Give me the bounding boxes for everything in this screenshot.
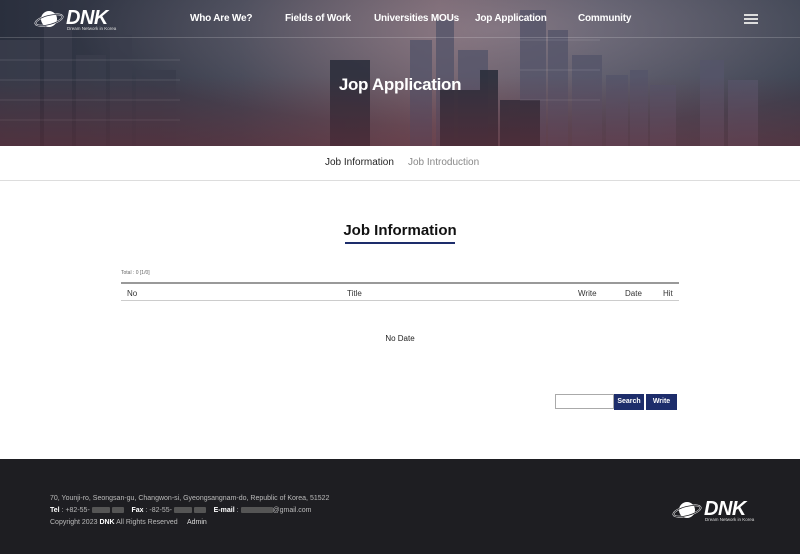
tab-job-information[interactable]: Job Information	[325, 157, 394, 168]
nav-community[interactable]: Community	[578, 13, 631, 24]
fax-value: : -82-55-	[145, 507, 172, 514]
column-title: Title	[347, 289, 362, 298]
footer-logo[interactable]: DNK Dream Network in Korea	[672, 497, 755, 523]
redacted-block	[111, 507, 124, 514]
fax-label: Fax	[131, 507, 144, 514]
nav-universities-mous[interactable]: Universities MOUs	[374, 13, 459, 24]
sub-navigation: Job Information Job Introduction	[0, 146, 800, 181]
redacted-block	[240, 507, 273, 514]
nav-jop-application[interactable]: Jop Application	[475, 13, 547, 24]
hero-banner: DNK Dream Network in Korea Who Are We? F…	[0, 0, 800, 146]
footer-logo-subtitle: Dream Network in Korea	[705, 517, 755, 522]
footer-address: 70, Younji-ro, Seongsan-gu, Changwon-si,…	[50, 495, 330, 502]
email-label: E-mail	[213, 507, 235, 514]
tab-job-introduction[interactable]: Job Introduction	[408, 157, 479, 168]
tel-value: : +82-55-	[61, 507, 90, 514]
job-board-table: No Title Write Date Hit	[121, 282, 679, 301]
planet-logo-icon	[672, 502, 702, 518]
copyright-brand: DNK	[99, 519, 115, 526]
top-navigation-bar: DNK Dream Network in Korea Who Are We? F…	[0, 0, 800, 38]
logo-subtitle: Dream Network in Korea	[67, 26, 117, 31]
footer-contact: Tel : +82-55- Fax : -82-55- E-mail : @gm…	[50, 507, 312, 514]
redacted-block	[91, 507, 110, 514]
search-button[interactable]: Search	[614, 394, 644, 410]
nav-fields-of-work[interactable]: Fields of Work	[285, 13, 351, 24]
total-count: Total : 0 [1/0]	[121, 270, 150, 276]
email-value: :	[236, 507, 239, 514]
copyright-prefix: Copyright 2023	[50, 519, 98, 526]
admin-link[interactable]: Admin	[187, 519, 207, 526]
footer: 70, Younji-ro, Seongsan-gu, Changwon-si,…	[0, 459, 800, 554]
hamburger-icon[interactable]	[744, 14, 758, 24]
search-input[interactable]	[555, 394, 614, 409]
copyright-suffix: All Rights Reserved	[116, 519, 178, 526]
column-hit: Hit	[663, 289, 673, 298]
empty-message: No Date	[385, 334, 415, 343]
column-no: No	[127, 289, 138, 298]
planet-logo-icon	[34, 11, 64, 27]
nav-who-are-we[interactable]: Who Are We?	[190, 13, 252, 24]
table-header: No Title Write Date Hit	[121, 282, 679, 301]
column-write: Write	[578, 289, 597, 298]
redacted-block	[173, 507, 192, 514]
column-date: Date	[625, 289, 642, 298]
footer-copyright: Copyright 2023 DNK All Rights Reserved A…	[50, 519, 207, 526]
site-logo[interactable]: DNK Dream Network in Korea	[34, 6, 117, 32]
email-suffix: @gmail.com	[272, 507, 312, 514]
title-underline	[345, 242, 455, 244]
tel-label: Tel	[50, 507, 60, 514]
page-title: Job Information	[343, 222, 457, 239]
hero-title: Jop Application	[338, 75, 462, 94]
redacted-block	[193, 507, 206, 514]
write-button[interactable]: Write	[646, 394, 677, 410]
